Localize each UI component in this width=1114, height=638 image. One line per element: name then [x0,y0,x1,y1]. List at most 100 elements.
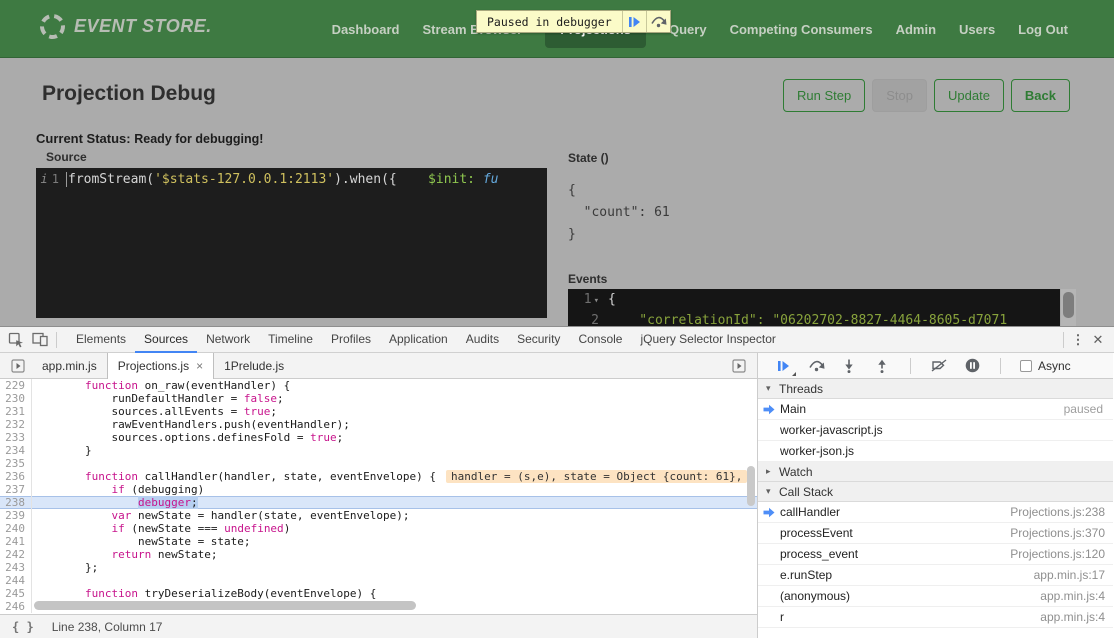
section-title: Threads [779,382,823,396]
step-into-icon[interactable] [840,357,858,375]
line-number[interactable]: 236 [0,470,32,483]
tab-application[interactable]: Application [380,327,457,353]
line-number[interactable]: 232 [0,418,32,431]
async-checkbox[interactable]: Async [1020,359,1071,373]
checkbox-icon[interactable] [1020,360,1032,372]
code-token: ; [270,405,277,418]
deactivate-breakpoints-icon[interactable] [930,357,948,375]
source-token: ).when({ [334,172,397,187]
events-scrollbar-thumb[interactable] [1063,292,1074,318]
thread-row[interactable]: worker-javascript.js [758,420,1113,441]
call-stack-frame[interactable]: (anonymous)app.min.js:4 [758,586,1113,607]
line-number[interactable]: 229 [0,379,32,392]
nav-item-competing-consumers[interactable]: Competing Consumers [730,22,873,37]
close-tab-icon[interactable]: × [196,359,203,373]
back-button[interactable]: Back [1011,79,1070,112]
line-number[interactable]: 233 [0,431,32,444]
inspect-element-icon[interactable] [4,328,28,352]
nav-item-query[interactable]: Query [669,22,707,37]
devtools-menu-icon[interactable]: ⋮ [1068,332,1088,348]
call-stack-frame[interactable]: processEventProjections.js:370 [758,523,1113,544]
nav-item-users[interactable]: Users [959,22,995,37]
tab-jquery-selector-inspector[interactable]: jQuery Selector Inspector [631,327,784,353]
tab-network[interactable]: Network [197,327,259,353]
tab-profiles[interactable]: Profiles [322,327,380,353]
frame-location: Projections.js:120 [1010,547,1105,561]
tab-console[interactable]: Console [569,327,631,353]
code-line-231: 231 sources.allEvents = true; [0,405,757,418]
async-label: Async [1038,359,1071,373]
line-number[interactable]: 237 [0,483,32,496]
code-token [32,548,111,561]
events-editor[interactable]: 1▾{2 "correlationId": "06202702-8827-446… [568,289,1060,326]
step-over-button[interactable] [646,11,670,32]
call-stack-frame[interactable]: e.runStepapp.min.js:17 [758,565,1113,586]
current-status: Current Status: Ready for debugging! [36,131,263,146]
line-number[interactable]: 243 [0,561,32,574]
line-number[interactable]: 231 [0,405,32,418]
event-store-logo[interactable]: EVENT STORE. [40,14,212,39]
section-header-watch[interactable]: ▸Watch [758,462,1113,482]
nav-item-log-out[interactable]: Log Out [1018,22,1068,37]
devtools-close-icon[interactable]: ✕ [1088,332,1108,348]
section-header-call-stack[interactable]: ▾Call Stack [758,482,1113,502]
line-number[interactable]: 244 [0,574,32,587]
line-number[interactable]: 239 [0,509,32,522]
code-token: true [310,431,337,444]
code-token [32,587,85,600]
state-json-line: "count": 61 [568,202,670,224]
call-stack-frame[interactable]: process_eventProjections.js:120 [758,544,1113,565]
line-number[interactable]: 245 [0,587,32,600]
tab-audits[interactable]: Audits [457,327,508,353]
call-stack-frame[interactable]: rapp.min.js:4 [758,607,1113,628]
tab-elements[interactable]: Elements [67,327,135,353]
event-store-logo-icon [38,12,68,42]
frame-location: app.min.js:4 [1040,610,1105,624]
file-tab-app-min-js[interactable]: app.min.js [32,353,107,378]
tab-security[interactable]: Security [508,327,569,353]
code-editor[interactable]: 229 function on_raw(eventHandler) {230 r… [0,379,757,614]
events-scrollbar[interactable] [1061,289,1076,326]
line-number[interactable]: 246 [0,600,32,613]
open-file-panel-icon[interactable] [727,354,751,378]
line-number[interactable]: 242 [0,548,32,561]
nav-item-dashboard[interactable]: Dashboard [332,22,400,37]
code-line-text: rawEventHandlers.push(eventHandler); [32,418,757,431]
source-code-editor[interactable]: i1 fromStream('$stats-127.0.0.1:2113').w… [36,168,547,318]
step-over-icon[interactable] [807,357,825,375]
frame-function-name: (anonymous) [780,589,850,603]
fold-arrow-icon[interactable]: ▾ [594,296,599,306]
pause-on-exceptions-icon[interactable] [963,357,981,375]
pretty-print-icon[interactable]: { } [12,620,34,634]
line-number[interactable]: 234 [0,444,32,457]
file-tab-1prelude-js[interactable]: 1Prelude.js [214,353,294,378]
nav-item-admin[interactable]: Admin [896,22,936,37]
line-number[interactable]: 230 [0,392,32,405]
horizontal-scrollbar-thumb[interactable] [34,601,416,610]
line-number[interactable]: 238 [0,496,32,509]
step-out-icon[interactable] [873,357,891,375]
run-step-button[interactable]: Run Step [783,79,865,112]
show-navigator-icon[interactable] [6,354,30,378]
resume-script-button[interactable] [622,11,646,32]
device-toolbar-icon[interactable] [28,328,52,352]
source-token: $init: [428,172,475,187]
line-number[interactable]: 235 [0,457,32,470]
tab-timeline[interactable]: Timeline [259,327,322,353]
code-line-text: debugger; [32,496,757,509]
line-number[interactable]: 241 [0,535,32,548]
update-button[interactable]: Update [934,79,1004,112]
thread-row[interactable]: worker-json.js [758,441,1113,462]
resume-icon[interactable] [774,357,792,375]
call-stack-frame[interactable]: callHandlerProjections.js:238 [758,502,1113,523]
section-header-threads[interactable]: ▾Threads [758,379,1113,399]
vertical-scrollbar-thumb[interactable] [747,466,755,506]
code-token: false [244,392,277,405]
code-line-text: if (newState === undefined) [32,522,757,535]
source-token: '$stats-127.0.0.1:2113' [154,172,334,187]
thread-row[interactable]: Mainpaused [758,399,1113,420]
line-number[interactable]: 240 [0,522,32,535]
source-token [397,172,428,187]
tab-sources[interactable]: Sources [135,327,197,353]
file-tab-projections-js[interactable]: Projections.js× [107,353,214,379]
